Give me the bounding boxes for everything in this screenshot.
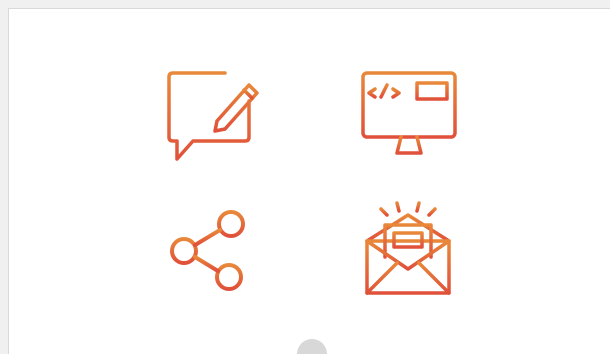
- code-monitor-icon: [361, 71, 457, 161]
- features-panel: [8, 8, 610, 354]
- chat-edit-icon: [167, 71, 259, 161]
- share-icon: [169, 209, 247, 293]
- newsletter-mail-icon: [361, 201, 455, 295]
- scroll-indicator[interactable]: [297, 339, 327, 354]
